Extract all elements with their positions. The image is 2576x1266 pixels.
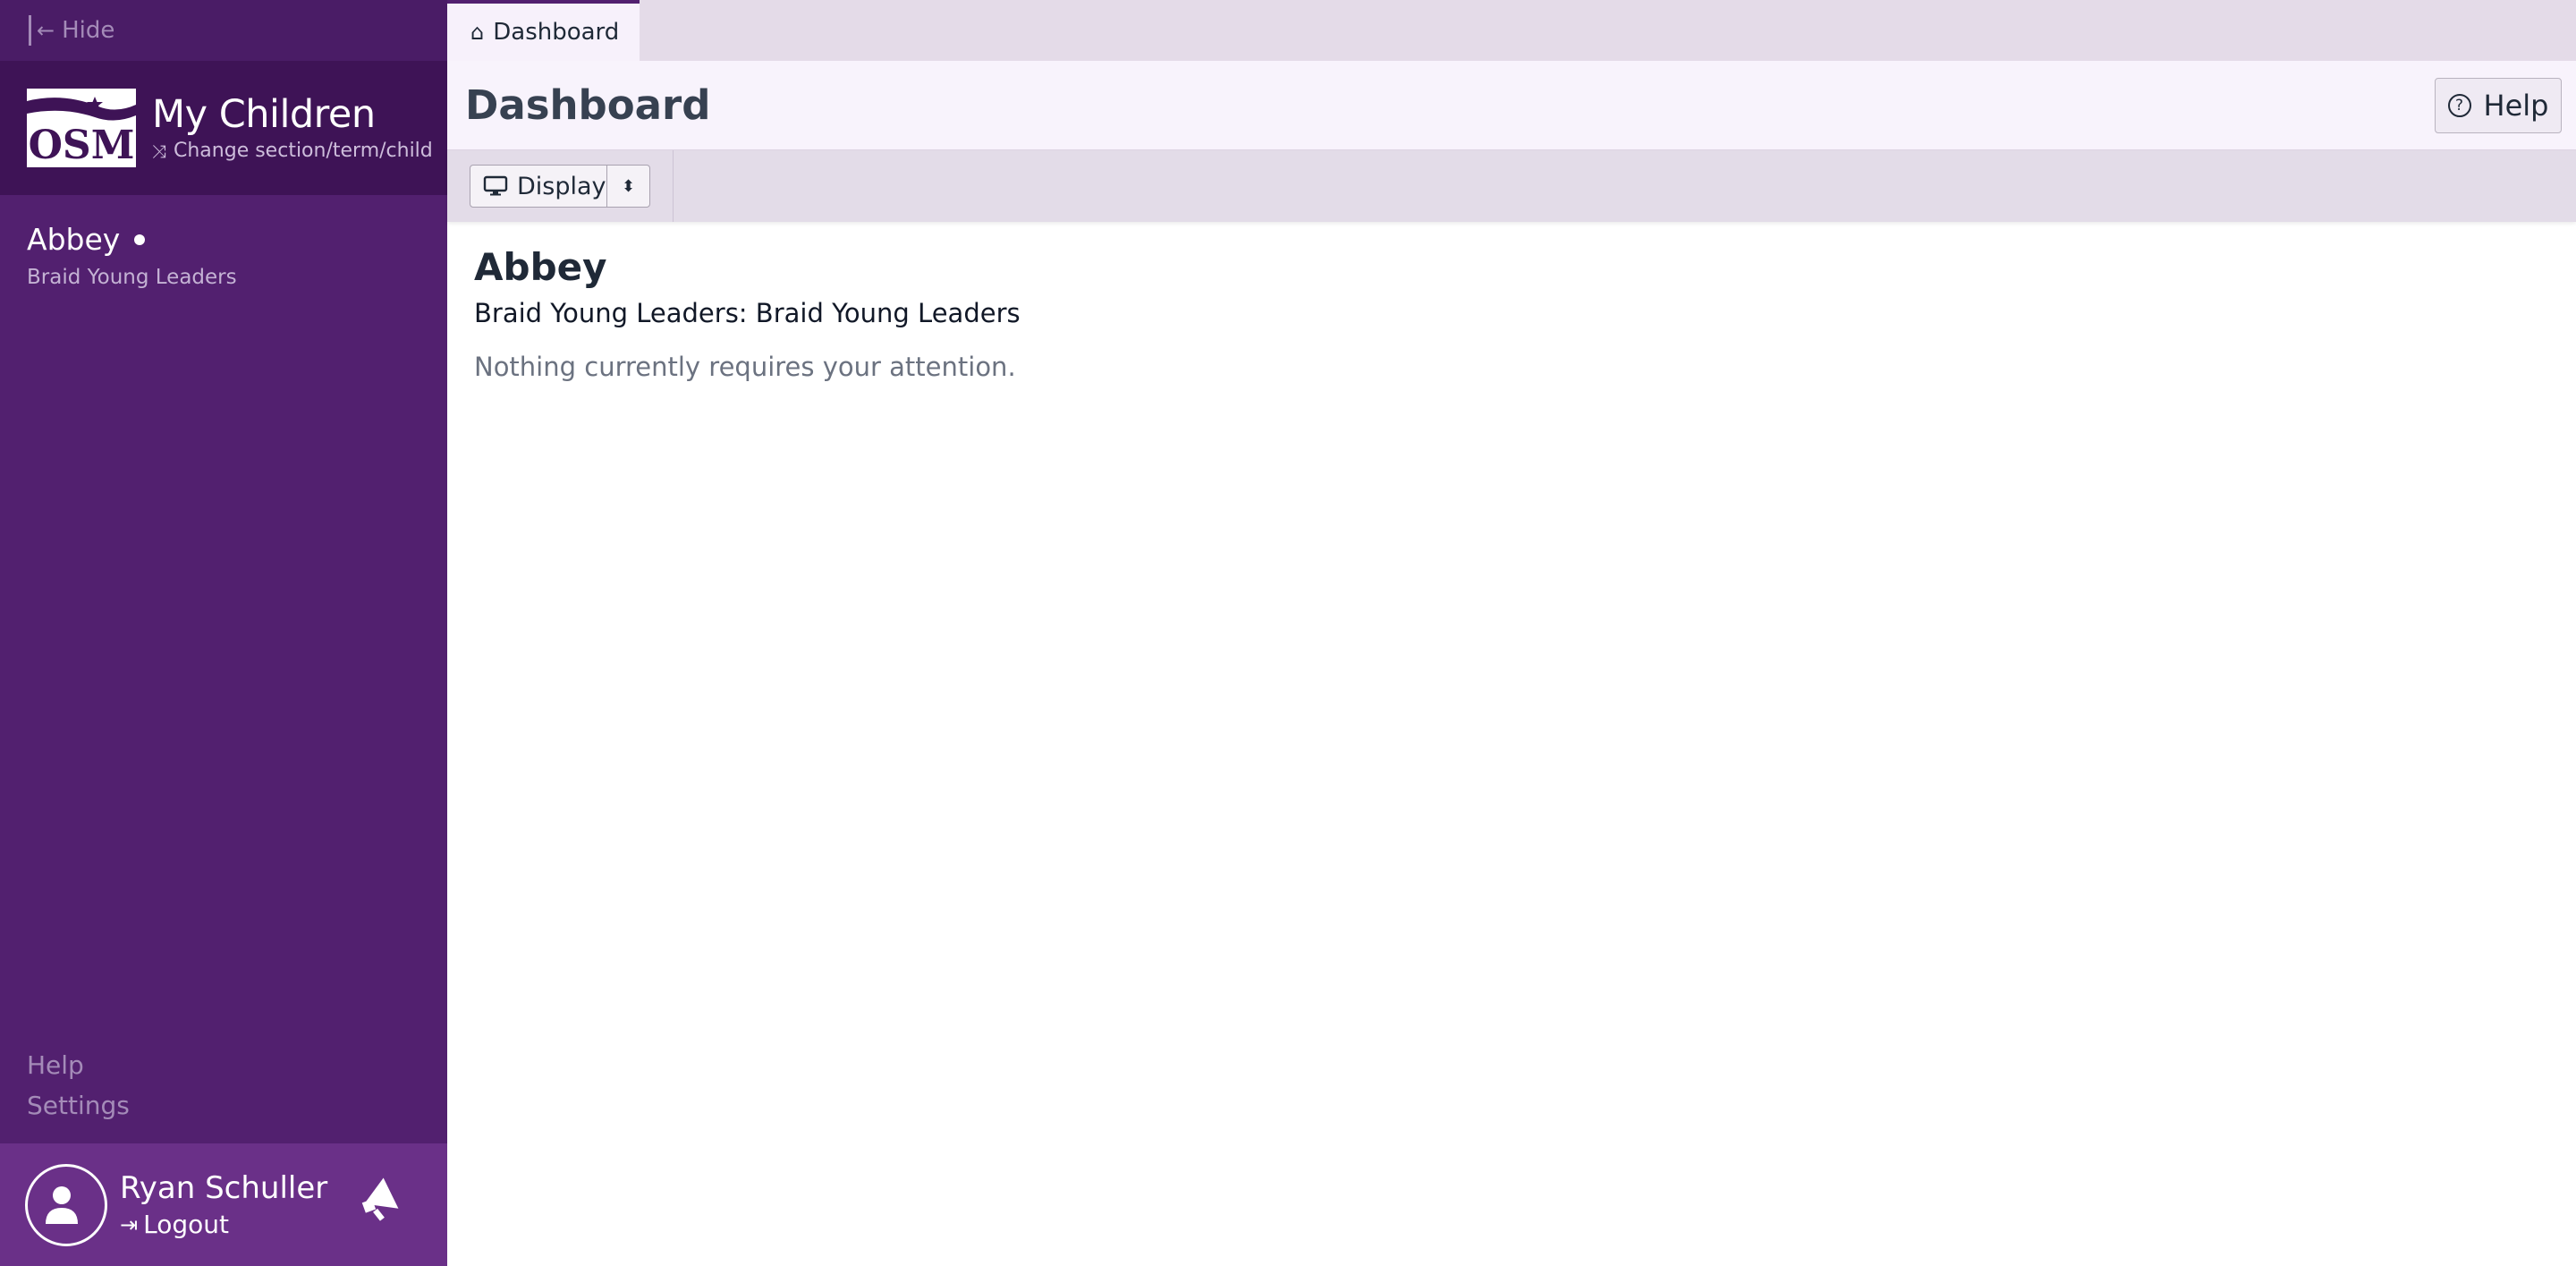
shuffle-icon: ⤨ [152, 140, 166, 162]
page-header: Dashboard ? Help [447, 61, 2576, 150]
dashboard-content: Abbey Braid Young Leaders: Braid Young L… [447, 222, 2576, 405]
add-user-avatar-icon[interactable] [25, 1163, 107, 1246]
logout-label: Logout [143, 1210, 229, 1239]
megaphone-icon[interactable] [356, 1170, 410, 1224]
toolbar: Display ⬍ [447, 150, 2576, 222]
change-section-label: Change section/term/child [174, 140, 433, 163]
help-button[interactable]: ? Help [2435, 77, 2562, 133]
user-name: Ryan Schuller [120, 1170, 328, 1206]
hide-sidebar-button[interactable]: ← Hide [0, 0, 447, 61]
sort-caret-icon: ⬍ [606, 166, 649, 207]
logout-icon: ⇥ [120, 1211, 139, 1237]
display-select[interactable]: Display ⬍ [470, 165, 650, 208]
sidebar-link-settings[interactable]: Settings [27, 1085, 130, 1126]
help-label: Help [2483, 88, 2549, 123]
tab-dashboard[interactable]: ⌂ Dashboard [447, 0, 640, 61]
app-title: My Children [152, 91, 376, 137]
tab-bar: ⌂ Dashboard [447, 0, 2576, 61]
change-section-link[interactable]: ⤨ Change section/term/child [152, 140, 433, 162]
question-circle-icon: ? [2447, 93, 2471, 117]
collapse-bar-icon [29, 15, 31, 46]
sidebar: ← Hide OSM My Children ⤨ Change section/… [0, 0, 447, 1266]
active-dot-icon [134, 234, 146, 245]
page-title: Dashboard [465, 81, 711, 129]
osm-logo: OSM [27, 89, 136, 167]
toolbar-divider [673, 150, 674, 222]
sidebar-link-help[interactable]: Help [27, 1045, 130, 1085]
display-select-label: Display [517, 172, 606, 200]
child-section: Braid Young Leaders [27, 266, 237, 289]
user-bar: Ryan Schuller ⇥ Logout [0, 1143, 447, 1266]
child-heading: Abbey [474, 245, 607, 289]
section-subheading: Braid Young Leaders: Braid Young Leaders [474, 298, 1021, 328]
status-message: Nothing currently requires your attentio… [474, 352, 1016, 382]
logout-link[interactable]: ⇥ Logout [120, 1210, 327, 1239]
arrow-left-icon: ← [37, 18, 55, 43]
child-name: Abbey [27, 222, 121, 257]
logo-text: OSM [29, 123, 135, 167]
tab-label: Dashboard [493, 19, 620, 46]
child-item[interactable]: Abbey Braid Young Leaders [0, 195, 447, 289]
hide-label: Hide [62, 17, 115, 44]
main-area: ⌂ Dashboard Dashboard ? Help Display ⬍ A… [447, 0, 2576, 1266]
home-icon: ⌂ [470, 20, 485, 45]
brand-header: OSM My Children ⤨ Change section/term/ch… [0, 61, 447, 195]
sidebar-footer-links: Help Settings [27, 1045, 130, 1126]
monitor-icon [483, 175, 508, 196]
